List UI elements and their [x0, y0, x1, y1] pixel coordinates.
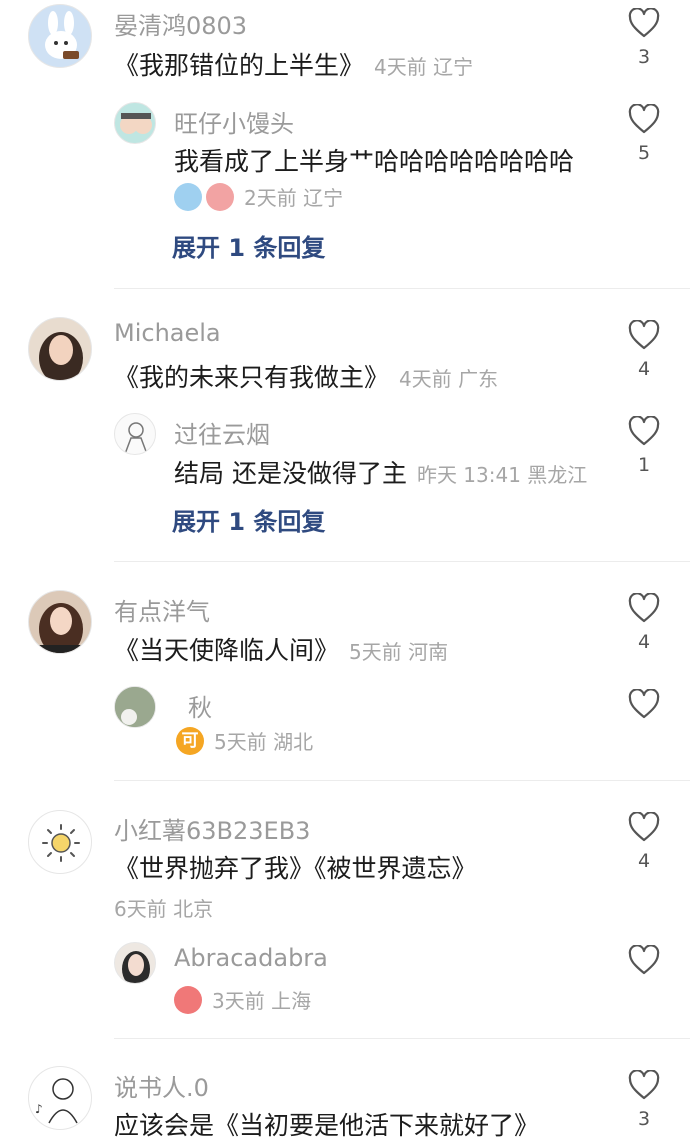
- reply-meta: 昨天 13:41 黑龙江: [416, 463, 588, 487]
- heart-icon: [628, 812, 660, 842]
- avatar[interactable]: [28, 810, 92, 874]
- comment-body: 《当天使降临人间》: [114, 636, 340, 665]
- divider: [114, 1038, 690, 1039]
- expand-replies-link[interactable]: 展开 1 条回复: [172, 228, 325, 263]
- reply-meta-text: 3天前 上海: [212, 989, 312, 1013]
- like-button[interactable]: 3: [626, 8, 662, 68]
- like-count: 3: [637, 46, 651, 68]
- like-button[interactable]: 4: [626, 320, 662, 380]
- heart-icon: [628, 593, 660, 623]
- like-button[interactable]: 3: [626, 1070, 662, 1130]
- avatar[interactable]: ♪: [28, 1066, 92, 1130]
- like-count: 4: [637, 631, 651, 653]
- comment-text: 应该会是《当初要是他活下来就好了》: [114, 1111, 540, 1140]
- comment-text: 《我那错位的上半生》 4天前 辽宁: [114, 46, 473, 82]
- like-button[interactable]: [626, 689, 662, 719]
- avatar[interactable]: [114, 102, 156, 144]
- heart-icon: [628, 1070, 660, 1100]
- heart-icon: [628, 945, 660, 975]
- divider: [114, 561, 690, 562]
- divider: [114, 288, 690, 289]
- reply-author[interactable]: Abracadabra: [174, 944, 328, 972]
- like-count: 1: [637, 454, 651, 476]
- heart-icon: [628, 8, 660, 38]
- comment-text: 《当天使降临人间》 5天前 河南: [114, 631, 448, 667]
- like-count: 5: [637, 142, 651, 164]
- comment-author[interactable]: 晏清鸿0803: [114, 6, 247, 41]
- avatar[interactable]: [114, 413, 156, 455]
- reply-meta: 2天前 辽宁: [174, 182, 343, 211]
- comment-text: 《世界抛弃了我》《被世界遗忘》: [114, 854, 477, 883]
- reply-author[interactable]: 旺仔小馒头: [174, 104, 294, 139]
- heart-icon: [628, 320, 660, 350]
- comment-body: 《我的未来只有我做主》: [114, 363, 390, 392]
- avatar[interactable]: [114, 686, 156, 728]
- reply-meta-text: 2天前 辽宁: [244, 186, 344, 210]
- reply-text: 我看成了上半身艹哈哈哈哈哈哈哈哈: [174, 147, 575, 176]
- crying-sticker-icon: [206, 182, 234, 211]
- comment-meta: 4天前 辽宁: [374, 55, 474, 79]
- comment-author[interactable]: 有点洋气: [114, 592, 210, 627]
- svg-text:♪: ♪: [35, 1102, 43, 1116]
- comment-author[interactable]: 小红薯63B23EB3: [114, 811, 310, 846]
- like-count: 4: [637, 358, 651, 380]
- reply-author[interactable]: 秋: [188, 688, 212, 723]
- reply-body: 结局 还是没做得了主: [174, 459, 407, 488]
- expand-replies-link[interactable]: 展开 1 条回复: [172, 502, 325, 537]
- like-button[interactable]: [626, 945, 662, 975]
- reply-meta-text: 5天前 湖北: [214, 730, 314, 754]
- reply-text: 结局 还是没做得了主 昨天 13:41 黑龙江: [174, 454, 587, 490]
- like-count: 3: [637, 1108, 651, 1130]
- comment-meta: 5天前 河南: [349, 640, 449, 664]
- like-count: 4: [637, 850, 651, 872]
- heart-icon: [628, 104, 660, 134]
- sticker-icon: 可: [176, 726, 204, 755]
- like-button[interactable]: 1: [626, 416, 662, 476]
- comment-meta: 6天前 北京: [114, 897, 214, 921]
- reply-author[interactable]: 过往云烟: [174, 415, 270, 450]
- like-button[interactable]: 4: [626, 593, 662, 653]
- comment-author[interactable]: 说书人.0: [114, 1068, 209, 1103]
- heart-icon: [628, 416, 660, 446]
- reply-meta: 3天前 上海: [174, 985, 311, 1014]
- reply-meta: 可 5天前 湖北: [176, 726, 313, 755]
- comment-body: 《我那错位的上半生》: [114, 51, 365, 80]
- avatar[interactable]: [28, 590, 92, 654]
- avatar[interactable]: [114, 942, 156, 984]
- avatar[interactable]: [28, 317, 92, 381]
- like-button[interactable]: 4: [626, 812, 662, 872]
- sticker-icon: [174, 985, 202, 1014]
- comment-text: 《我的未来只有我做主》 4天前 广东: [114, 358, 498, 394]
- comment-meta: 4天前 广东: [399, 367, 499, 391]
- divider: [114, 780, 690, 781]
- avatar[interactable]: [28, 4, 92, 68]
- like-button[interactable]: 5: [626, 104, 662, 164]
- comment-author[interactable]: Michaela: [114, 319, 221, 347]
- heart-icon: [628, 689, 660, 719]
- crying-sticker-icon: [174, 182, 202, 211]
